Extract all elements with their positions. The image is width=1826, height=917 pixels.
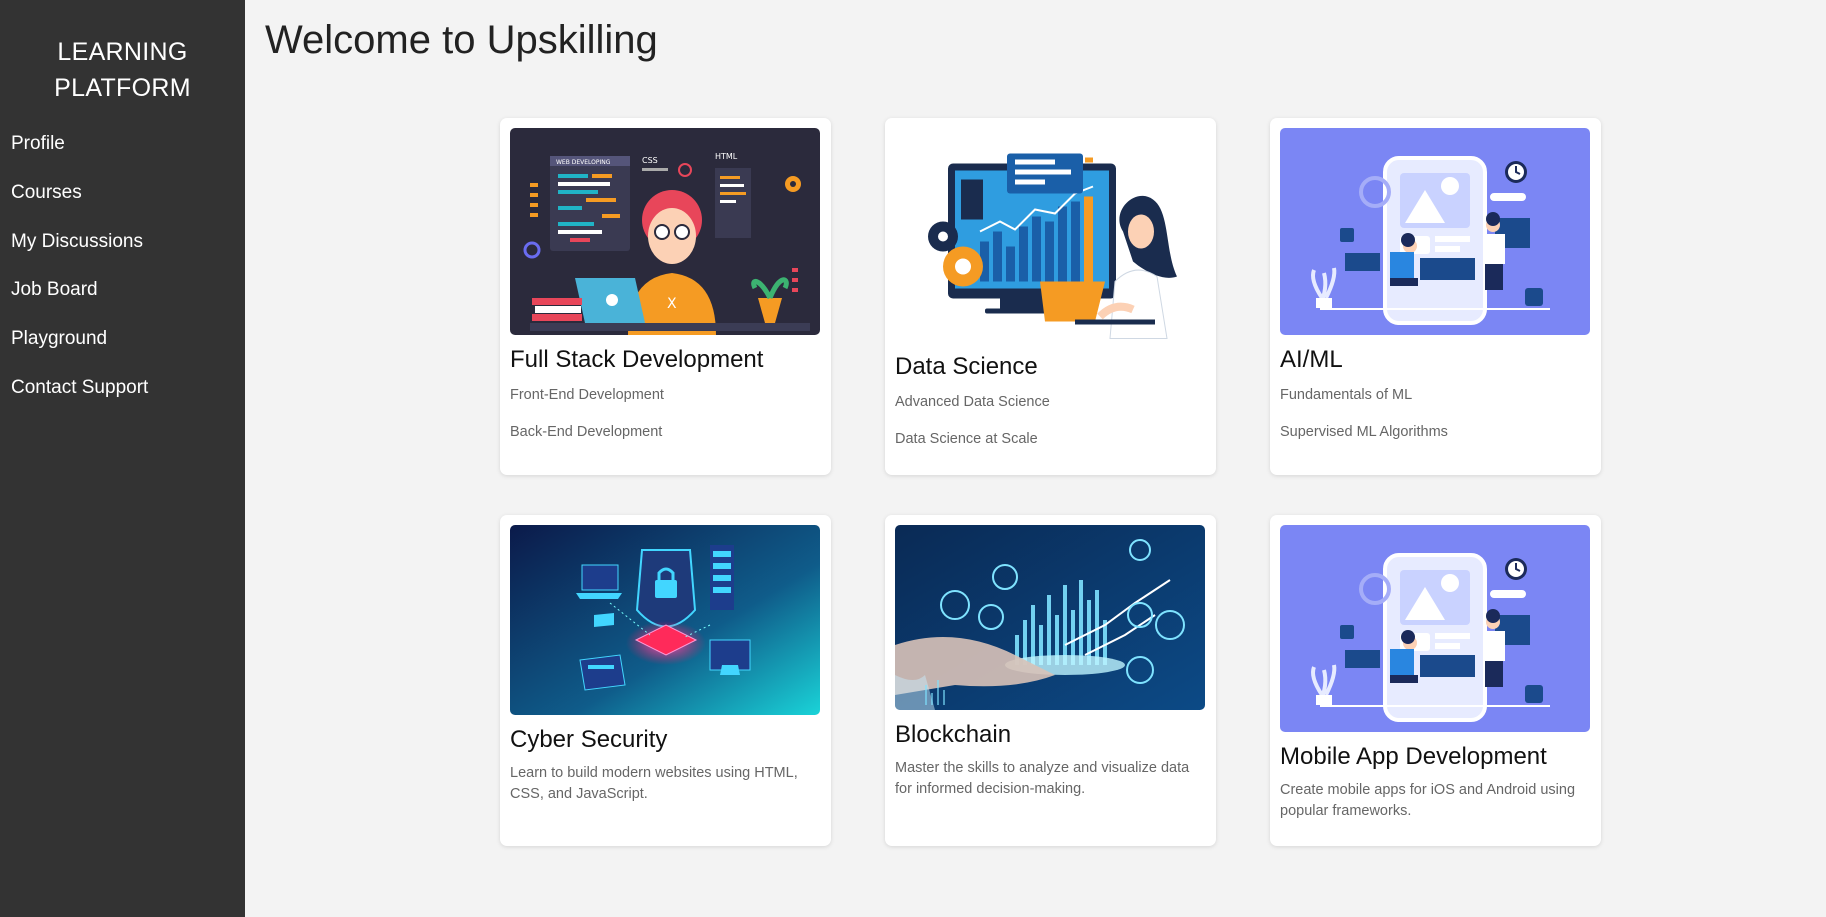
main-content: Welcome to Upskilling WEB DEVELOPING CSS bbox=[245, 0, 1826, 917]
course-description: Create mobile apps for iOS and Android u… bbox=[1280, 782, 1576, 819]
course-module[interactable]: Back-End Development bbox=[510, 421, 821, 443]
course-description: Learn to build modern websites using HTM… bbox=[510, 765, 798, 802]
sidebar-item-playground[interactable]: Playground bbox=[0, 315, 245, 364]
course-card-data-science[interactable]: Data Science Advanced Data Science Data … bbox=[885, 118, 1216, 475]
mobile-app-illustration bbox=[1280, 525, 1590, 732]
course-module[interactable]: Supervised ML Algorithms bbox=[1280, 421, 1591, 443]
sidebar-item-job-board[interactable]: Job Board bbox=[0, 266, 245, 315]
full-stack-illustration: WEB DEVELOPING CSS HTML X bbox=[510, 128, 820, 335]
sidebar: LEARNING PLATFORM Profile Courses My Dis… bbox=[0, 0, 245, 917]
sidebar-item-my-discussions[interactable]: My Discussions bbox=[0, 217, 245, 266]
course-module[interactable]: Data Science at Scale bbox=[895, 428, 1206, 450]
page-title: Welcome to Upskilling bbox=[265, 18, 658, 62]
course-title: AI/ML bbox=[1280, 346, 1343, 373]
shirt-x-mark: X bbox=[667, 296, 677, 312]
brand-title: LEARNING PLATFORM bbox=[54, 38, 191, 102]
sidebar-item-contact-support[interactable]: Contact Support bbox=[0, 363, 245, 412]
blockchain-illustration bbox=[895, 525, 1205, 710]
course-grid: WEB DEVELOPING CSS HTML X Full Stack Dev… bbox=[500, 118, 1601, 846]
ai-ml-illustration bbox=[1280, 128, 1590, 335]
course-module[interactable]: Front-End Development bbox=[510, 384, 821, 406]
course-module[interactable]: Fundamentals of ML bbox=[1280, 384, 1591, 406]
web-dev-panel-text: WEB DEVELOPING bbox=[556, 159, 611, 166]
course-title: Blockchain bbox=[895, 721, 1012, 748]
course-title: Full Stack Development bbox=[510, 346, 764, 373]
course-description: Master the skills to analyze and visuali… bbox=[895, 760, 1190, 797]
course-card-full-stack[interactable]: WEB DEVELOPING CSS HTML X Full Stack Dev… bbox=[500, 118, 831, 475]
course-title: Data Science bbox=[895, 353, 1038, 380]
course-title: Cyber Security bbox=[510, 726, 668, 753]
css-tag-text: CSS bbox=[642, 156, 658, 165]
course-card-ai-ml[interactable]: AI/ML Fundamentals of ML Supervised ML A… bbox=[1270, 118, 1601, 475]
sidebar-item-profile[interactable]: Profile bbox=[0, 120, 245, 169]
course-module[interactable]: Advanced Data Science bbox=[895, 391, 1206, 413]
data-science-illustration bbox=[895, 131, 1205, 342]
cyber-security-illustration bbox=[510, 525, 820, 715]
course-card-cyber-security[interactable]: Cyber Security Learn to build modern web… bbox=[500, 515, 831, 846]
course-title: Mobile App Development bbox=[1280, 743, 1547, 770]
sidebar-nav: Profile Courses My Discussions Job Board… bbox=[0, 120, 245, 412]
course-card-mobile-app-development[interactable]: Mobile App Development Create mobile app… bbox=[1270, 515, 1601, 846]
course-card-blockchain[interactable]: Blockchain Master the skills to analyze … bbox=[885, 515, 1216, 846]
sidebar-item-courses[interactable]: Courses bbox=[0, 169, 245, 218]
html-tag-text: HTML bbox=[715, 152, 738, 161]
